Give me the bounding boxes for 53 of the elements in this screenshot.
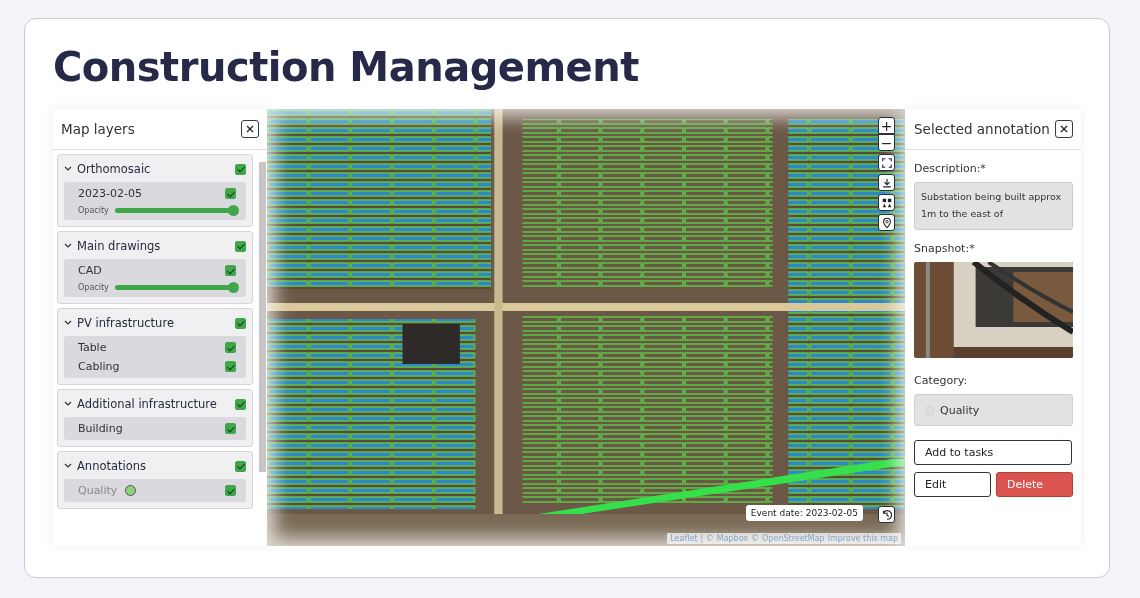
event-date-label: Event date: 2023-02-05 — [745, 505, 863, 521]
group-name: Additional infrastructure — [77, 397, 218, 411]
checkbox[interactable] — [225, 361, 236, 372]
checkbox[interactable] — [235, 317, 246, 329]
chevron-icon[interactable] — [64, 320, 72, 326]
page-title: Construction Management — [53, 43, 639, 91]
layer-name: Building — [78, 422, 123, 435]
checkbox[interactable] — [235, 398, 246, 410]
chevron-icon[interactable] — [64, 463, 72, 469]
layer-name: Cabling — [78, 360, 120, 373]
attribution-text: | © — [700, 534, 714, 543]
edit-button[interactable]: Edit — [914, 472, 991, 497]
layer-name: Quality — [78, 484, 118, 497]
layer-name: Table — [78, 341, 107, 354]
chevron-icon[interactable] — [64, 166, 72, 172]
opacity-label: Opacity — [78, 283, 109, 292]
location-pin-icon[interactable] — [880, 216, 893, 229]
attribution-text: © — [751, 534, 760, 543]
field-label: Category: — [914, 374, 969, 387]
zoom-out-button[interactable]: − — [878, 134, 895, 151]
layer-name: CAD — [78, 264, 102, 277]
checkbox[interactable] — [225, 188, 236, 199]
description-field[interactable]: Substation being built approx 1m to the east of — [914, 182, 1073, 230]
checkbox[interactable] — [235, 163, 246, 175]
opacity-label: Opacity — [78, 206, 109, 215]
group-name: Orthomosaic — [77, 162, 152, 176]
chevron-icon[interactable] — [64, 401, 72, 407]
group-name: Annotations — [77, 459, 148, 473]
field-label: Description:* — [914, 162, 987, 175]
opacity-slider[interactable] — [114, 208, 236, 213]
field-label: Snapshot:* — [914, 242, 976, 255]
close-icon[interactable] — [1060, 125, 1068, 133]
chevron-icon[interactable] — [64, 243, 72, 249]
opacity-slider[interactable] — [114, 285, 236, 290]
group-name: PV infrastructure — [77, 316, 175, 330]
checkbox[interactable] — [225, 342, 236, 353]
checkbox[interactable] — [225, 265, 236, 276]
zoom-in-button[interactable]: + — [878, 117, 895, 134]
close-icon[interactable] — [246, 125, 254, 133]
panel-title: Map layers — [61, 121, 135, 137]
checkbox[interactable] — [225, 423, 236, 434]
history-icon[interactable] — [880, 508, 893, 521]
panel-title: Selected annotation — [914, 121, 1050, 137]
add-task-button[interactable]: Add to tasks — [914, 440, 1072, 465]
delete-button[interactable]: Delete — [996, 472, 1073, 497]
group-name: Main drawings — [77, 239, 162, 253]
layers-icon[interactable] — [880, 196, 893, 209]
layer-name: 2023-02-05 — [78, 187, 142, 200]
checkbox[interactable] — [235, 240, 246, 252]
checkbox[interactable] — [235, 460, 246, 472]
checkbox[interactable] — [225, 485, 236, 496]
fullscreen-icon[interactable] — [880, 156, 893, 169]
download-icon[interactable] — [880, 176, 893, 189]
